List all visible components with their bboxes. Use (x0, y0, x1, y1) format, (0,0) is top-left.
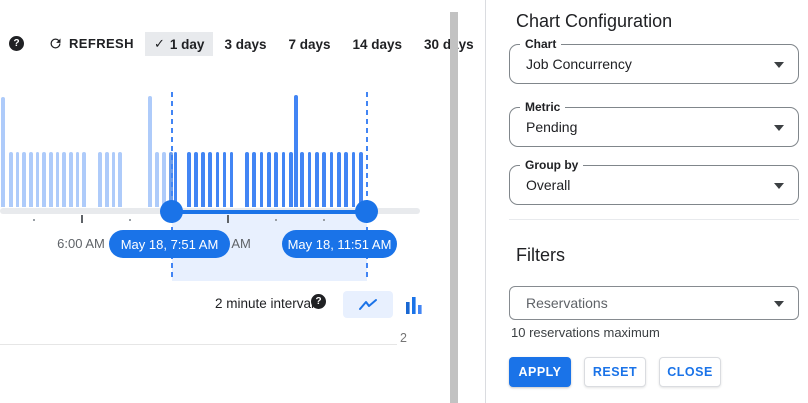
chart-bar (337, 152, 341, 207)
chart-bar (29, 152, 33, 207)
interval-label: 2 minute interval (215, 296, 314, 311)
chart-bar (216, 152, 220, 207)
slider-handle-start[interactable] (160, 200, 183, 223)
line-chart-toggle-button[interactable] (343, 291, 393, 318)
chart-bar (155, 152, 159, 207)
chart-bar (56, 152, 60, 207)
chart-bar (245, 152, 249, 207)
chart-bar (330, 152, 334, 207)
x-axis-minor-tick (33, 219, 35, 221)
interval-help-icon[interactable]: ? (311, 294, 326, 309)
chart-bar (274, 152, 278, 207)
chart-bar (118, 152, 122, 207)
reservations-select[interactable]: Reservations (509, 286, 799, 320)
chart-bar (42, 152, 46, 207)
chevron-down-icon (774, 183, 784, 189)
x-axis-minor-tick (323, 219, 325, 221)
chart-bar (1, 97, 5, 207)
filters-title: Filters (516, 245, 565, 266)
selection-end-pill[interactable]: May 18, 11:51 AM (282, 230, 397, 258)
chevron-down-icon (774, 125, 784, 131)
chart-bar (9, 152, 13, 207)
chart-bar (344, 152, 348, 207)
bar-chart-icon (405, 297, 423, 314)
chart-bar (352, 152, 356, 207)
chart-area-panel: ? REFRESH ✓ 1 day 3 days 7 days 14 days … (0, 0, 485, 403)
chart-bar (62, 152, 66, 207)
chart-bar (148, 96, 152, 207)
chart-bar (289, 152, 293, 207)
chart-bar (22, 152, 26, 207)
time-slider-selected-range[interactable] (171, 210, 367, 214)
reservations-placeholder: Reservations (526, 287, 608, 319)
chart-bar (294, 95, 299, 207)
chart-bar (223, 152, 227, 207)
chart-bar (69, 152, 73, 207)
chart-bar (260, 152, 264, 207)
metric-select[interactable]: Metric Pending (509, 107, 799, 147)
metric-select-value: Pending (526, 108, 577, 146)
chart-bar (201, 152, 205, 207)
apply-button[interactable]: APPLY (509, 357, 571, 387)
x-axis-minor-tick (129, 219, 131, 221)
chevron-down-icon (774, 301, 784, 307)
chart-configuration-panel: Chart Configuration Chart Job Concurrenc… (485, 0, 808, 403)
chart-bar (315, 152, 319, 207)
close-button[interactable]: CLOSE (659, 357, 721, 387)
chart-bar (208, 152, 212, 207)
slider-handle-end[interactable] (355, 200, 378, 223)
reset-button[interactable]: RESET (584, 357, 646, 387)
vertical-scrollbar[interactable] (450, 12, 458, 403)
x-axis-major-tick (227, 215, 229, 223)
group-by-select[interactable]: Group by Overall (509, 165, 799, 205)
chart-select[interactable]: Chart Job Concurrency (509, 44, 799, 84)
x-axis-major-tick (81, 215, 83, 223)
chart-bar (49, 152, 53, 207)
bigquery-admin-chart-panel: ? REFRESH ✓ 1 day 3 days 7 days 14 days … (0, 0, 808, 403)
chart-bar (194, 152, 198, 207)
chart-bar (112, 152, 116, 207)
chart-bar (76, 152, 80, 207)
chart-bar (322, 152, 326, 207)
x-axis-minor-tick (275, 219, 277, 221)
group-by-select-value: Overall (526, 166, 570, 204)
chevron-down-icon (774, 62, 784, 68)
chart-bar (308, 152, 312, 207)
chart-bar (105, 152, 109, 207)
section-divider (509, 219, 799, 220)
panel-actions: APPLY RESET CLOSE (509, 357, 721, 387)
chart-bar (267, 152, 271, 207)
chart-bar (230, 152, 234, 207)
chart-bar (187, 152, 191, 207)
chart-bar (300, 152, 304, 207)
chart-bar (98, 152, 102, 207)
chart-bar (16, 152, 20, 207)
bar-chart-toggle-button[interactable] (402, 296, 426, 314)
chart-select-value: Job Concurrency (526, 45, 632, 83)
selection-start-pill[interactable]: May 18, 7:51 AM (109, 230, 230, 258)
lower-chart-gridline (0, 344, 397, 345)
lower-chart-axis-value: 2 (400, 331, 407, 345)
line-chart-icon (358, 298, 378, 312)
chart-bar (162, 152, 166, 207)
chart-bar (36, 152, 40, 207)
reservations-helper-text: 10 reservations maximum (511, 325, 660, 340)
chart-bar (282, 152, 286, 207)
chart-bar (359, 152, 363, 207)
panel-title: Chart Configuration (516, 11, 672, 32)
chart-bar (174, 152, 178, 207)
concurrency-chart: 6:00 AM 9:00 AM May 18, 7:51 AM May 18, … (0, 0, 455, 350)
chart-bar (82, 152, 86, 207)
chart-bar (252, 152, 256, 207)
